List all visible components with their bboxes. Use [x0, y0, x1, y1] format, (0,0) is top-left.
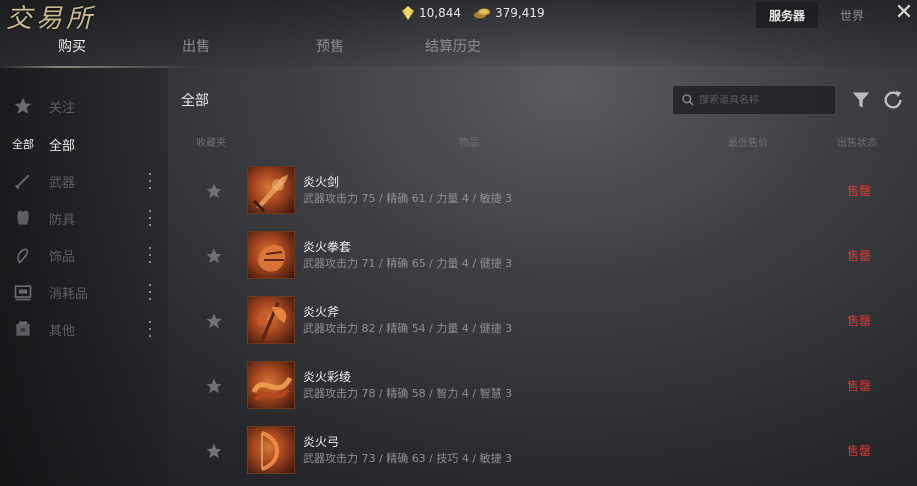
bow-item-icon [261, 431, 279, 471]
search-icon [682, 94, 694, 106]
sidebar-item-all[interactable]: 全部 全部 [0, 128, 168, 160]
weapon-icon [12, 170, 34, 192]
close-icon[interactable]: ✕ [893, 2, 915, 26]
sidebar-item-label: 饰品 [49, 249, 76, 265]
sidebar-item-other[interactable]: 其他 [0, 313, 168, 345]
favorite-star-icon[interactable] [205, 247, 223, 265]
sale-status: 售罄 [847, 314, 872, 328]
item-thumbnail [247, 361, 295, 409]
gauntlet-item-icon [258, 244, 286, 272]
more-options-icon[interactable] [146, 210, 154, 226]
sale-status: 售罄 [847, 444, 872, 458]
column-header-favorite: 收藏夹 [196, 138, 226, 149]
sidebar-item-label: 其他 [49, 323, 76, 339]
filter-icon[interactable] [851, 90, 871, 110]
ribbon-item-icon [251, 376, 293, 402]
table-row[interactable]: 炎火彩绫 武器攻击力 78 / 精确 58 / 智力 4 / 智慧 3 售罄 [170, 357, 917, 417]
item-attributes: 武器攻击力 78 / 精确 58 / 智力 4 / 智慧 3 [303, 387, 513, 400]
sidebar-item-label: 消耗品 [49, 286, 89, 302]
item-name: 炎火拳套 [303, 240, 352, 254]
search-box[interactable] [673, 86, 835, 114]
favorite-star-icon[interactable] [205, 182, 223, 200]
table-row[interactable]: 炎火弓 武器攻击力 73 / 精确 63 / 技巧 4 / 敏捷 3 售罄 [170, 422, 917, 482]
consumable-icon [12, 281, 34, 303]
item-thumbnail [247, 231, 295, 279]
item-attributes: 武器攻击力 73 / 精确 63 / 技巧 4 / 敏捷 3 [303, 452, 513, 465]
table-row[interactable]: 炎火剑 武器攻击力 75 / 精确 61 / 力量 4 / 敏捷 3 售罄 [170, 162, 917, 222]
star-icon [12, 95, 34, 117]
item-name: 炎火彩绫 [303, 370, 352, 384]
exchange-logo: 交易所 [6, 4, 97, 34]
favorite-star-icon[interactable] [205, 377, 223, 395]
sale-status: 售罄 [847, 184, 872, 198]
sidebar-item-weapons[interactable]: 武器 [0, 165, 168, 197]
armor-icon [12, 207, 34, 229]
tab-presale[interactable]: 预售 [316, 36, 344, 64]
server-button[interactable]: 服务器 [756, 2, 818, 28]
more-options-icon[interactable] [146, 173, 154, 189]
gold-balance: 379,419 [474, 6, 545, 20]
search-input[interactable] [699, 94, 829, 106]
gem-amount: 10,844 [419, 6, 461, 20]
sidebar-tag-all: 全部 [12, 138, 34, 151]
item-name: 炎火斧 [303, 305, 340, 319]
sword-item-icon [252, 175, 288, 213]
item-attributes: 武器攻击力 82 / 精确 54 / 力量 4 / 健捷 3 [303, 322, 513, 335]
column-header-item: 物品 [459, 138, 479, 149]
item-name: 炎火剑 [303, 175, 340, 189]
sidebar-item-consumables[interactable]: 消耗品 [0, 276, 168, 308]
tab-settlement-history[interactable]: 结算历史 [425, 36, 481, 64]
item-attributes: 武器攻击力 75 / 精确 61 / 力量 4 / 敏捷 3 [303, 192, 513, 205]
sidebar-item-favorites[interactable]: 关注 [0, 90, 168, 122]
gem-icon [402, 6, 414, 20]
gem-balance: 10,844 [402, 6, 461, 20]
item-attributes: 武器攻击力 71 / 精确 65 / 力量 4 / 健捷 3 [303, 257, 513, 270]
sidebar-item-label: 关注 [49, 100, 76, 116]
column-header-sale-status: 出售状态 [837, 138, 877, 149]
sidebar-item-armor[interactable]: 防具 [0, 202, 168, 234]
refresh-icon[interactable] [882, 89, 904, 111]
column-header-lowest-price: 最低售价 [728, 138, 768, 149]
more-options-icon[interactable] [146, 284, 154, 300]
axe-item-icon [257, 302, 287, 342]
item-name: 炎火弓 [303, 435, 340, 449]
sidebar-item-label: 武器 [49, 175, 76, 191]
more-options-icon[interactable] [146, 321, 154, 337]
gold-amount: 379,419 [495, 6, 545, 20]
tab-sell[interactable]: 出售 [182, 36, 210, 64]
sale-status: 售罄 [847, 249, 872, 263]
material-icon [12, 318, 34, 340]
table-row[interactable]: 炎火拳套 武器攻击力 71 / 精确 65 / 力量 4 / 健捷 3 售罄 [170, 227, 917, 287]
item-thumbnail [247, 426, 295, 474]
gold-coins-icon [474, 8, 490, 19]
item-thumbnail [247, 166, 295, 214]
accessory-icon [12, 244, 34, 266]
sidebar-item-accessories[interactable]: 饰品 [0, 239, 168, 271]
world-button[interactable]: 世界 [823, 2, 881, 28]
favorite-star-icon[interactable] [205, 312, 223, 330]
sidebar-item-label: 全部 [49, 138, 76, 154]
sidebar-item-label: 防具 [49, 212, 76, 228]
item-thumbnail [247, 296, 295, 344]
category-title: 全部 [181, 93, 209, 109]
sale-status: 售罄 [847, 379, 872, 393]
table-row[interactable]: 炎火斧 武器攻击力 82 / 精确 54 / 力量 4 / 健捷 3 售罄 [170, 292, 917, 352]
more-options-icon[interactable] [146, 247, 154, 263]
favorite-star-icon[interactable] [205, 442, 223, 460]
category-sidebar: 关注 全部 全部 武器 防具 饰品 消耗品 其他 [0, 68, 168, 486]
tab-buy[interactable]: 购买 [58, 36, 86, 64]
